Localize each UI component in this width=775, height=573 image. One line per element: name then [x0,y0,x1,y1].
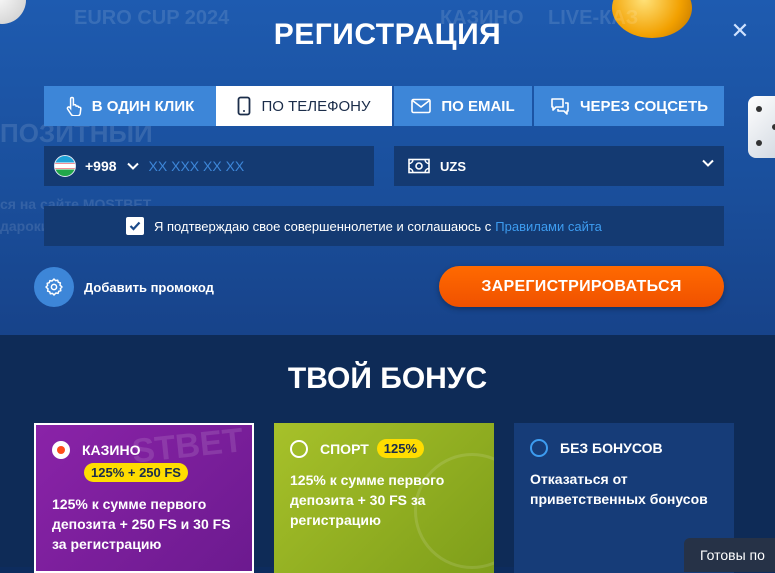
radio-unselected[interactable] [530,439,548,457]
bonus-card-sport[interactable]: СПОРТ 125% 125% к сумме первого депозита… [274,423,494,573]
bonus-description: Отказаться от приветственных бонусов [530,471,708,507]
bonus-card-casino[interactable]: STBET КАЗИНО 125% + 250 FS 125% к сумме … [34,423,254,573]
promo-label: Добавить промокод [84,279,214,295]
phone-icon [238,96,251,116]
register-button[interactable]: ЗАРЕГИСТРИРОВАТЬСЯ [439,266,724,307]
tab-label: ЧЕРЕЗ СОЦСЕТЬ [580,97,708,115]
agreement-text: Я подтверждаю свое совершеннолетие и сог… [154,218,492,234]
tab-label: В ОДИН КЛИК [91,97,195,115]
hand-pointer-icon [66,96,82,116]
modal-title: РЕГИСТРАЦИЯ [273,18,502,51]
radio-unselected[interactable] [290,439,308,458]
agreement-checkbox[interactable] [126,217,144,235]
tab-label: ПО ТЕЛЕФОНУ [261,97,371,115]
promo-icon-circle [34,267,74,307]
chevron-down-icon [702,159,714,167]
close-icon[interactable]: ✕ [730,20,750,42]
currency-value: UZS [440,158,466,174]
uzbekistan-flag-icon [54,155,76,177]
add-promo-button[interactable]: Добавить промокод [34,267,214,307]
agreement-row: Я подтверждаю свое совершеннолетие и сог… [44,206,724,246]
currency-select[interactable]: UZS [394,146,724,186]
bonus-name: БЕЗ БОНУСОВ [560,440,663,456]
tab-social[interactable]: ЧЕРЕЗ СОЦСЕТЬ [534,86,724,126]
bonus-badge: 125% [376,439,425,458]
bonus-name: СПОРТ [320,440,369,457]
envelope-icon [411,98,432,114]
phone-field: +998 [44,146,374,186]
checkmark-icon [129,221,141,231]
chat-icon [551,98,569,115]
tab-one-click[interactable]: В ОДИН КЛИК [44,86,216,126]
card-decoration: STBET [130,423,246,471]
tab-label: ПО EMAIL [441,97,515,115]
banknote-icon [408,158,430,174]
country-code[interactable]: +998 [85,158,117,174]
phone-input[interactable] [146,157,351,175]
bonus-description: 125% к сумме первого депозита + 250 FS и… [52,496,231,552]
gear-icon [45,278,63,296]
chevron-down-icon[interactable] [126,162,139,170]
dice-decoration [748,96,775,158]
radio-selected[interactable] [52,441,70,459]
tab-phone[interactable]: ПО ТЕЛЕФОНУ [216,86,392,126]
tab-email[interactable]: ПО EMAIL [394,86,532,126]
ghost-text: дароки [0,218,50,234]
site-rules-link[interactable]: Правилами сайта [495,219,602,234]
bonus-title: ТВОЙ БОНУС [287,362,488,395]
